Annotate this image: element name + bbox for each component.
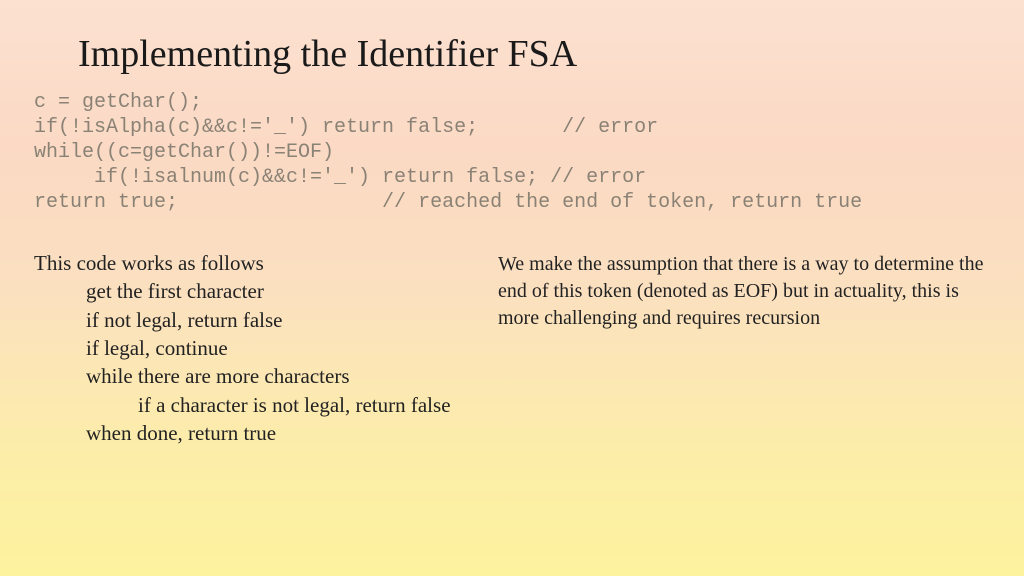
explanation-step: when done, return true [34,419,474,447]
left-column-explanation: This code works as follows get the first… [34,249,474,447]
two-column-body: This code works as follows get the first… [0,215,1024,447]
explanation-heading: This code works as follows [34,249,474,277]
code-line: if(!isalnum(c)&&c!='_') return false; //… [34,166,646,189]
page-title: Implementing the Identifier FSA [0,0,1024,76]
explanation-step: if legal, continue [34,334,474,362]
right-column-note: We make the assumption that there is a w… [498,249,1024,447]
code-line: return true; // reached the end of token… [34,191,862,214]
explanation-substep: if a character is not legal, return fals… [34,391,474,419]
code-line: c = getChar(); [34,91,202,114]
code-block: c = getChar(); if(!isAlpha(c)&&c!='_') r… [0,76,1024,215]
explanation-step: while there are more characters [34,362,474,390]
code-line: while((c=getChar())!=EOF) [34,141,334,164]
code-line: if(!isAlpha(c)&&c!='_') return false; //… [34,116,658,139]
explanation-step: get the first character [34,277,474,305]
explanation-step: if not legal, return false [34,306,474,334]
